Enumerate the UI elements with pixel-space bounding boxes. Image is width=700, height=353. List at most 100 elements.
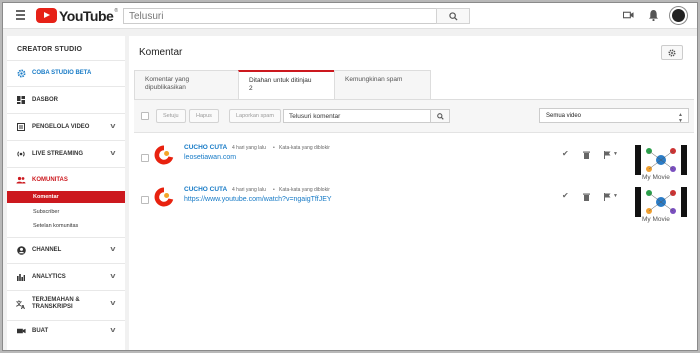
comment-search-input[interactable]: Telusuri komentar: [283, 109, 431, 123]
tab-label: Kemungkinan spam: [345, 76, 403, 83]
subitem-subscribers[interactable]: Subscriber: [7, 206, 125, 218]
sidebar: CREATOR STUDIO COBA STUDIO BETA DASBOR P…: [7, 36, 125, 350]
subitem-community-settings[interactable]: Setelan komunitas: [7, 220, 125, 232]
sidebar-item-label: KOMUNITAS: [32, 177, 68, 183]
divider: [7, 113, 125, 114]
sidebar-item-dashboard[interactable]: DASBOR: [7, 93, 125, 107]
bar-chart-icon: [16, 272, 26, 282]
comment-author[interactable]: CUCHO CUTA: [184, 186, 227, 193]
comment-checkbox[interactable]: [141, 154, 149, 162]
search-input[interactable]: Telusuri: [123, 8, 437, 24]
sidebar-item-label: CHANNEL: [32, 247, 62, 253]
divider: [7, 263, 125, 264]
comment-checkbox[interactable]: [141, 196, 149, 204]
dropdown-arrow-icon: ▲ ▼: [678, 112, 683, 124]
comment-tabs: Komentar yang dipublikasikan Ditahan unt…: [134, 70, 431, 100]
chevron-down-icon[interactable]: v: [111, 327, 116, 334]
brand-name: YouTube: [59, 7, 114, 24]
top-bar: YouTube ® Telusuri: [3, 3, 697, 29]
thumbnail-graphic: [646, 190, 676, 214]
tab-count: 2: [249, 85, 253, 92]
commenter-avatar[interactable]: [153, 144, 175, 166]
sidebar-item-label: PENGELOLA VIDEO: [32, 124, 90, 130]
sidebar-item-translation[interactable]: 文A TERJEMAHAN & TRANSKRIPSI v: [7, 294, 125, 314]
comment-text[interactable]: https://www.youtube.com/watch?v=ngaigTff…: [184, 196, 332, 203]
separator-dot: •: [273, 145, 275, 151]
comment-status: Kata-kata yang diblokir: [279, 145, 330, 151]
sidebar-item-studio-beta[interactable]: COBA STUDIO BETA: [7, 66, 125, 80]
approve-check-icon[interactable]: ✔: [562, 191, 569, 200]
trash-icon[interactable]: [583, 151, 590, 159]
sidebar-item-video-manager[interactable]: PENGELOLA VIDEO v: [7, 120, 125, 134]
tab-label: Ditahan untuk ditinjau: [249, 77, 312, 84]
video-title[interactable]: My Movie: [642, 216, 670, 223]
report-spam-button[interactable]: Laporkan spam: [229, 109, 281, 123]
tab-held-for-review[interactable]: Ditahan untuk ditinjau 2: [238, 70, 335, 100]
settings-button[interactable]: [661, 45, 683, 60]
app-window: YouTube ® Telusuri CREATOR STUDIO COBA S…: [2, 2, 698, 351]
menu-icon[interactable]: [16, 10, 25, 20]
video-manager-icon: [16, 122, 26, 132]
comment-row: CUCHO CUTA 4 hari yang lalu • Kata-kata …: [134, 182, 694, 224]
approve-check-icon[interactable]: ✔: [562, 149, 569, 158]
approve-button[interactable]: Setuju: [156, 109, 186, 123]
video-filter-value: Semua video: [546, 113, 582, 119]
chevron-down-icon[interactable]: v: [111, 123, 116, 130]
upload-video-icon[interactable]: [623, 9, 634, 21]
creator-studio-title: CREATOR STUDIO: [17, 46, 83, 53]
tab-likely-spam[interactable]: Kemungkinan spam: [334, 70, 431, 100]
chevron-down-icon[interactable]: v: [111, 150, 116, 157]
video-filter-select[interactable]: Semua video ▲ ▼: [539, 108, 689, 124]
video-thumbnail[interactable]: [635, 145, 687, 175]
search-icon: [449, 12, 458, 21]
divider: [7, 140, 125, 141]
select-all-checkbox[interactable]: [141, 112, 149, 120]
commenter-avatar[interactable]: [153, 186, 175, 208]
tab-published[interactable]: Komentar yang dipublikasikan: [134, 70, 239, 100]
comment-search-button[interactable]: [430, 109, 450, 123]
flag-menu-arrow-icon[interactable]: ▼: [613, 193, 618, 199]
sidebar-item-channel[interactable]: CHANNEL v: [7, 243, 125, 257]
translate-icon: 文A: [16, 299, 26, 309]
page-title: Komentar: [139, 47, 183, 58]
chevron-down-icon[interactable]: v: [111, 300, 116, 307]
thumbnail-graphic: [646, 148, 676, 172]
comment-row: CUCHO CUTA 4 hari yang lalu • Kata-kata …: [134, 140, 694, 182]
thumbnail-image: [641, 187, 681, 217]
comment-toolbar: Setuju Hapus Laporkan spam Telusuri kome…: [134, 100, 694, 133]
search-icon: [437, 113, 444, 120]
subitem-comments[interactable]: Komentar: [7, 191, 125, 203]
divider: [7, 237, 125, 238]
dashboard-icon: [16, 95, 26, 105]
sidebar-item-community[interactable]: KOMUNITAS: [7, 173, 125, 187]
sidebar-item-label: TERJEMAHAN & TRANSKRIPSI: [32, 297, 80, 310]
chevron-down-icon[interactable]: v: [111, 246, 116, 253]
trash-icon[interactable]: [583, 193, 590, 201]
flag-menu-arrow-icon[interactable]: ▼: [613, 151, 618, 157]
delete-button[interactable]: Hapus: [189, 109, 219, 123]
search-button[interactable]: [436, 8, 470, 24]
gear-icon: [668, 48, 676, 57]
chevron-down-icon[interactable]: v: [111, 273, 116, 280]
comment-time: 4 hari yang lalu: [232, 187, 266, 193]
video-title[interactable]: My Movie: [642, 174, 670, 181]
sidebar-item-create[interactable]: BUAT v: [7, 324, 125, 338]
sidebar-item-live-streaming[interactable]: LIVE STREAMING v: [7, 147, 125, 161]
flag-icon[interactable]: [604, 151, 611, 159]
account-avatar[interactable]: [670, 7, 687, 24]
youtube-logo[interactable]: YouTube ®: [36, 7, 118, 24]
tab-label: Komentar yang dipublikasikan: [145, 76, 190, 91]
video-thumbnail[interactable]: [635, 187, 687, 217]
divider: [7, 167, 125, 168]
comment-text[interactable]: leosetiawan.com: [184, 154, 236, 161]
sidebar-item-analytics[interactable]: ANALYTICS v: [7, 270, 125, 284]
flag-icon[interactable]: [604, 193, 611, 201]
gear-icon: [16, 68, 26, 78]
camera-icon: [16, 326, 26, 336]
divider: [7, 290, 125, 291]
brand-mark: ®: [114, 8, 118, 14]
comment-author[interactable]: CUCHO CUTA: [184, 144, 227, 151]
thumbnail-image: [641, 145, 681, 175]
notification-bell-icon[interactable]: [648, 9, 659, 21]
sidebar-item-label: COBA STUDIO BETA: [32, 70, 92, 76]
